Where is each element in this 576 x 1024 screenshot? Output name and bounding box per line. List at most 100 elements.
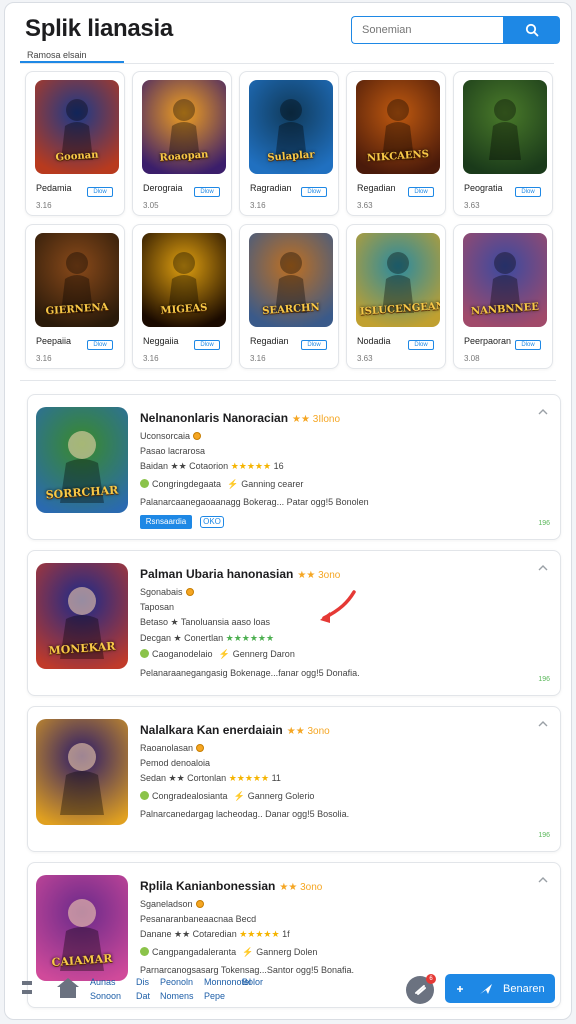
app-title-text: Palman Ubaria hanonasian — [140, 567, 294, 581]
check-icon — [140, 791, 149, 800]
app-card[interactable]: NIKCAENS Regadian Dlow 3.63 — [346, 71, 446, 216]
star-rating: ★★★★★ — [239, 929, 280, 939]
app-thumbnail[interactable]: GIERNENA — [35, 233, 119, 327]
rating-line: Danane ★★ Cotaredian ★★★★★ 1f — [140, 929, 290, 940]
home-icon[interactable] — [56, 977, 80, 999]
bottom-link[interactable]: Pepe — [204, 989, 251, 1003]
get-button[interactable]: Dlow — [301, 187, 327, 197]
get-button[interactable]: Dlow — [408, 187, 434, 197]
get-button[interactable]: Dlow — [408, 340, 434, 350]
bottom-link[interactable]: Sonoon — [90, 989, 121, 1003]
app-thumbnail[interactable]: ISLUCENGEAN — [356, 233, 440, 327]
compat-extra: Gannerg Golerio — [247, 791, 315, 801]
bolt-icon: ⚡ — [218, 649, 230, 659]
app-rating: 3.63 — [357, 201, 373, 210]
app-thumbnail[interactable]: MIGEAS — [142, 233, 226, 327]
app-card[interactable]: MIGEAS Neggaiia Dlow 3.16 — [132, 224, 232, 369]
developer-line: Sgonabais — [140, 587, 194, 597]
bottom-link[interactable]: Dis — [136, 975, 150, 989]
app-rating: 3.16 — [143, 354, 159, 363]
compat-extra: Gennerg Daron — [232, 649, 295, 659]
app-name: Derograia — [143, 183, 183, 193]
star-rating: ★★★★★ — [230, 461, 272, 471]
compat-text: Congringdegaata — [152, 479, 222, 489]
detail-text: Sedan ★★ Cortonlan — [140, 773, 227, 783]
check-icon — [140, 479, 149, 488]
app-name: Nodadia — [357, 336, 391, 346]
developer-text: Raoanolasan — [140, 743, 194, 753]
app-thumbnail[interactable] — [463, 80, 547, 174]
file-size: 196 — [538, 676, 550, 683]
search-input[interactable] — [351, 16, 503, 44]
badge-icon — [185, 588, 194, 596]
send-icon — [480, 983, 492, 994]
compat-line: Cangpangadaleranta ⚡ Gannerg Dolen — [140, 947, 317, 958]
app-thumbnail[interactable]: Roaopan — [142, 80, 226, 174]
compat-line: Congradealosianta ⚡ Gannerg Golerio — [140, 791, 314, 802]
app-thumbnail[interactable]: MONEKAR — [36, 563, 128, 669]
bottom-link[interactable]: Aunas — [90, 975, 121, 989]
app-thumbnail[interactable]: NANBNNEE — [463, 233, 547, 327]
bottom-link-group-1[interactable]: Aunas Sonoon — [90, 975, 121, 1003]
bottom-link-group-3[interactable]: Peonoln Nomens — [160, 975, 194, 1003]
app-rating: 3.16 — [250, 354, 266, 363]
developer-line: Uconsorcaia — [140, 431, 202, 441]
get-button[interactable]: Dlow — [87, 340, 113, 350]
compat-line: Caoganodelaio ⚡ Gennerg Daron — [140, 649, 295, 660]
search-icon — [525, 23, 538, 37]
app-card[interactable]: Peogratia Dlow 3.63 — [453, 71, 553, 216]
app-thumbnail[interactable] — [36, 719, 128, 825]
list-item[interactable]: Nalalkara Kan enerdaiain ★★ 3ono Raoanola… — [27, 706, 561, 852]
install-button[interactable]: Rsnsaardia — [140, 515, 192, 529]
bottom-link[interactable]: Bolor — [242, 975, 263, 989]
app-card[interactable]: SEARCHN Regadian Dlow 3.16 — [239, 224, 339, 369]
app-list: SORRCHAR Nelnanonlaris Nanoracian ★★ 3Ilo… — [27, 394, 561, 1018]
bottom-link[interactable]: Dat — [136, 989, 150, 1003]
developer-text: Sganeladson — [140, 899, 193, 909]
compat-line: Congringdegaata ⚡ Ganning cearer — [140, 479, 303, 490]
primary-action-button[interactable]: Benaren — [445, 974, 555, 1003]
list-item[interactable]: SORRCHAR Nelnanonlaris Nanoracian ★★ 3Ilo… — [27, 394, 561, 540]
bottom-link[interactable]: Nomens — [160, 989, 194, 1003]
get-button[interactable]: Dlow — [515, 187, 541, 197]
app-card[interactable]: Goonan Pedamia Dlow 3.16 — [25, 71, 125, 216]
app-title-text: Nelnanonlaris Nanoracian — [140, 411, 289, 425]
bottom-link-group-2[interactable]: Dis Dat — [136, 975, 150, 1003]
app-thumbnail[interactable]: SORRCHAR — [36, 407, 128, 513]
app-thumbnail[interactable]: Sulaplar — [249, 80, 333, 174]
badge-icon — [193, 432, 202, 440]
get-button[interactable]: Dlow — [301, 340, 327, 350]
get-button[interactable]: Dlow — [194, 187, 220, 197]
ok-button[interactable]: OKO — [200, 516, 224, 528]
chevron-up-icon[interactable] — [538, 563, 548, 573]
app-card[interactable]: GIERNENA Peepaiia Dlow 3.16 — [25, 224, 125, 369]
app-title-text: Nalalkara Kan enerdaiain — [140, 723, 283, 737]
chevron-up-icon[interactable] — [538, 875, 548, 885]
bolt-icon: ⚡ — [233, 791, 245, 801]
rating-line: Decgan ★ Conertlan ★★★★★★ — [140, 633, 274, 644]
get-button[interactable]: Dlow — [194, 340, 220, 350]
app-card[interactable]: Sulaplar Ragradian Dlow 3.16 — [239, 71, 339, 216]
search-button[interactable] — [503, 16, 560, 44]
chevron-up-icon[interactable] — [538, 407, 548, 417]
app-thumbnail[interactable]: Goonan — [35, 80, 119, 174]
tab-active[interactable]: Ramosa elsain — [27, 50, 87, 60]
detail-text: Betaso ★ Tanoluansia aaso loas — [140, 617, 270, 627]
menu-icon[interactable] — [20, 977, 34, 999]
bottom-link-group-5[interactable]: Bolor — [242, 975, 263, 989]
app-card[interactable]: NANBNNEE Peerpaoran Dlow 3.08 — [453, 224, 553, 369]
bottom-link[interactable]: Peonoln — [160, 975, 194, 989]
chevron-up-icon[interactable] — [538, 719, 548, 729]
get-button[interactable]: Dlow — [515, 340, 541, 350]
app-thumbnail[interactable]: SEARCHN — [249, 233, 333, 327]
app-card[interactable]: ISLUCENGEAN Nodadia Dlow 3.63 — [346, 224, 446, 369]
get-button[interactable]: Dlow — [87, 187, 113, 197]
bottom-bar: Aunas Sonoon Dis Dat Peonoln Nomens Monn… — [4, 965, 572, 1019]
app-rating: 3.16 — [36, 201, 52, 210]
compat-extra: Ganning cearer — [241, 479, 304, 489]
app-name: Regadian — [357, 183, 396, 193]
app-card[interactable]: Roaopan Derograia Dlow 3.05 — [132, 71, 232, 216]
compat-text: Cangpangadaleranta — [152, 947, 237, 957]
list-item[interactable]: MONEKAR Palman Ubaria hanonasian ★★ 3ono … — [27, 550, 561, 696]
app-thumbnail[interactable]: NIKCAENS — [356, 80, 440, 174]
